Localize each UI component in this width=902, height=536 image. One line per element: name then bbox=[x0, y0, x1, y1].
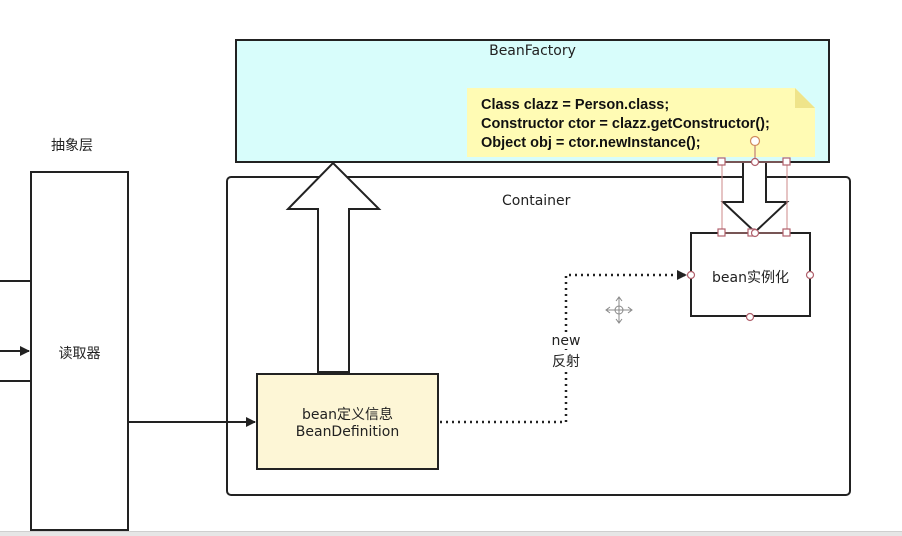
reflection-label-new: new bbox=[536, 333, 596, 349]
code-line: Object obj = ctor.newInstance(); bbox=[481, 135, 701, 151]
bean-definition-label-en: BeanDefinition bbox=[295, 424, 400, 440]
bean-factory-label: BeanFactory bbox=[489, 43, 576, 59]
bean-definition-label-cn: bean定义信息 bbox=[302, 407, 393, 423]
code-line: Class clazz = Person.class; bbox=[481, 97, 670, 113]
code-note-text: Class clazz = Person.class; Constructor … bbox=[481, 96, 770, 153]
bean-instantiation-label: bean实例化 bbox=[712, 270, 789, 286]
container-label: Container bbox=[502, 193, 571, 209]
abstraction-layer-label: 抽象层 bbox=[51, 138, 93, 154]
register-up-arrow[interactable] bbox=[285, 161, 382, 373]
move-cursor-icon bbox=[605, 296, 633, 324]
reader-label: 读取器 bbox=[58, 346, 101, 362]
instantiate-down-arrow[interactable] bbox=[720, 161, 790, 234]
code-line: Constructor ctor = clazz.getConstructor(… bbox=[481, 116, 770, 132]
bottom-scrollbar[interactable] bbox=[0, 531, 902, 536]
reflection-label-cn: 反射 bbox=[536, 351, 596, 371]
